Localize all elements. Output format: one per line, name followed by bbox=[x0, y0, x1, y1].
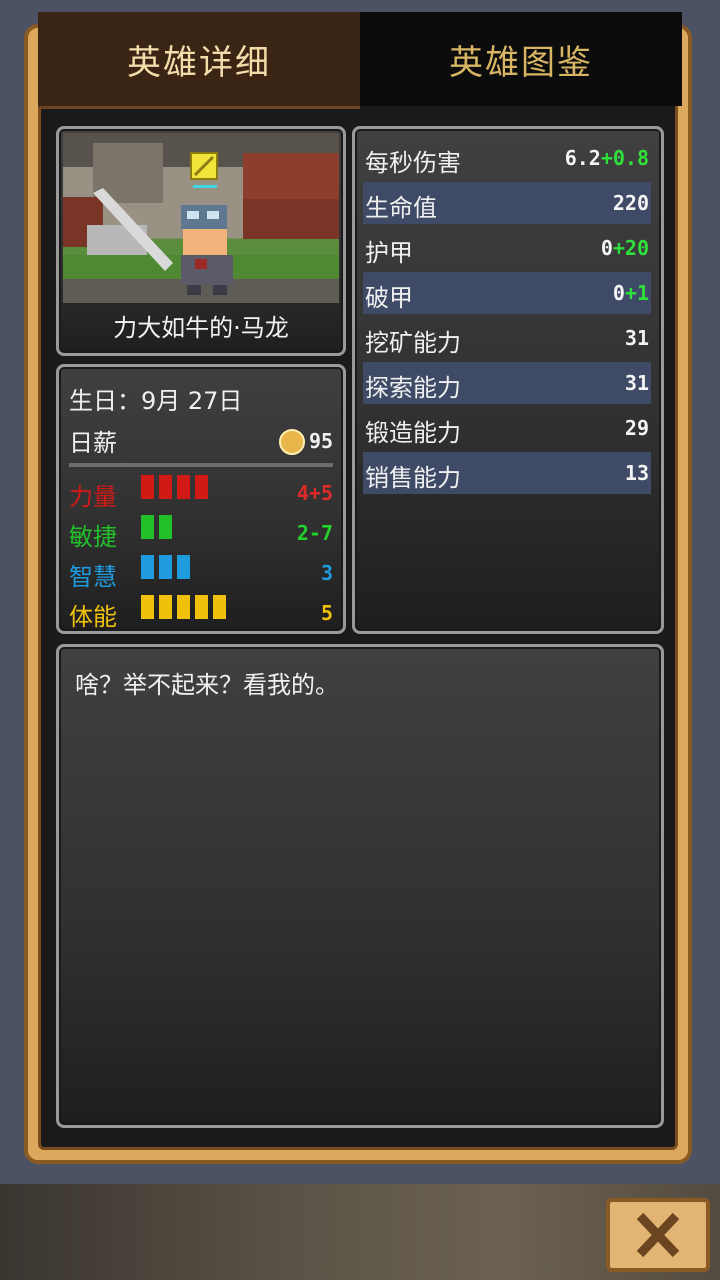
stat-value: 29 bbox=[624, 416, 649, 440]
stat-label: 生命值 bbox=[365, 194, 437, 222]
attribute-stamina: 体能 5 bbox=[69, 595, 333, 631]
stat-label: 销售能力 bbox=[365, 464, 461, 492]
attribute-bars bbox=[141, 595, 226, 619]
attribute-label: 体能 bbox=[69, 603, 117, 631]
tab-hero-atlas[interactable]: 英雄图鉴 bbox=[360, 12, 682, 106]
hero-birthday: 生日：9月 27日 bbox=[69, 387, 243, 415]
tab-hero-details[interactable]: 英雄详细 bbox=[38, 12, 360, 109]
stat-value: 31 bbox=[624, 326, 649, 350]
hero-portrait bbox=[63, 133, 339, 303]
attribute-bars bbox=[141, 475, 208, 499]
hero-portrait-panel: 力大如牛的·马龙 bbox=[56, 126, 346, 356]
wage-label: 日薪 bbox=[69, 429, 117, 457]
stat-value: 0+20 bbox=[600, 236, 649, 260]
hero-quote-panel: 啥？举不起来？看我的。 bbox=[56, 644, 664, 1128]
hero-name: 力大如牛的·马龙 bbox=[113, 314, 289, 342]
stat-label: 护甲 bbox=[365, 239, 413, 267]
attribute-value: 5 bbox=[320, 601, 333, 625]
attribute-value: 4+5 bbox=[296, 481, 333, 505]
attribute-value: 3 bbox=[320, 561, 333, 585]
stat-label: 探索能力 bbox=[365, 374, 461, 402]
wage-value: 95 bbox=[309, 429, 334, 453]
stat-label: 挖矿能力 bbox=[365, 329, 461, 357]
attribute-wisdom: 智慧 3 bbox=[69, 555, 333, 591]
hero-info-panel: 生日：9月 27日 日薪 95 力量 4+5 敏捷 2-7 智慧 3 体能 5 bbox=[56, 364, 346, 634]
hero-sprite bbox=[63, 133, 339, 303]
stat-row-forging: 锻造能力 29 bbox=[363, 407, 651, 449]
stat-label: 破甲 bbox=[365, 284, 413, 312]
stat-row-mining: 挖矿能力 31 bbox=[363, 317, 651, 359]
stat-label: 锻造能力 bbox=[365, 419, 461, 447]
stat-row-armor-pierce: 破甲 0+1 bbox=[363, 272, 651, 314]
stat-row-armor: 护甲 0+20 bbox=[363, 227, 651, 269]
stat-row-hp: 生命值 220 bbox=[363, 182, 651, 224]
attribute-agility: 敏捷 2-7 bbox=[69, 515, 333, 551]
close-icon bbox=[636, 1212, 680, 1258]
attribute-bars bbox=[141, 555, 190, 579]
attribute-strength: 力量 4+5 bbox=[69, 475, 333, 511]
hero-quote: 啥？举不起来？看我的。 bbox=[75, 671, 339, 699]
stat-value: 31 bbox=[624, 371, 649, 395]
stat-row-sales: 销售能力 13 bbox=[363, 452, 651, 494]
stat-value: 220 bbox=[612, 191, 649, 215]
stat-label: 每秒伤害 bbox=[365, 149, 461, 177]
attribute-label: 智慧 bbox=[69, 563, 117, 591]
stat-value: 13 bbox=[624, 461, 649, 485]
attribute-label: 力量 bbox=[69, 483, 117, 511]
hero-stats-panel: 每秒伤害 6.2+0.8 生命值 220 护甲 0+20 破甲 0+1 挖矿能力… bbox=[352, 126, 664, 634]
stat-value: 0+1 bbox=[612, 281, 649, 305]
attribute-value: 2-7 bbox=[296, 521, 333, 545]
info-divider bbox=[69, 463, 333, 467]
coin-icon bbox=[279, 429, 305, 455]
stat-row-exploration: 探索能力 31 bbox=[363, 362, 651, 404]
attribute-bars bbox=[141, 515, 172, 539]
close-button[interactable] bbox=[606, 1198, 710, 1272]
stat-row-dps: 每秒伤害 6.2+0.8 bbox=[363, 137, 651, 179]
stat-value: 6.2+0.8 bbox=[564, 146, 649, 170]
attribute-label: 敏捷 bbox=[69, 523, 117, 551]
